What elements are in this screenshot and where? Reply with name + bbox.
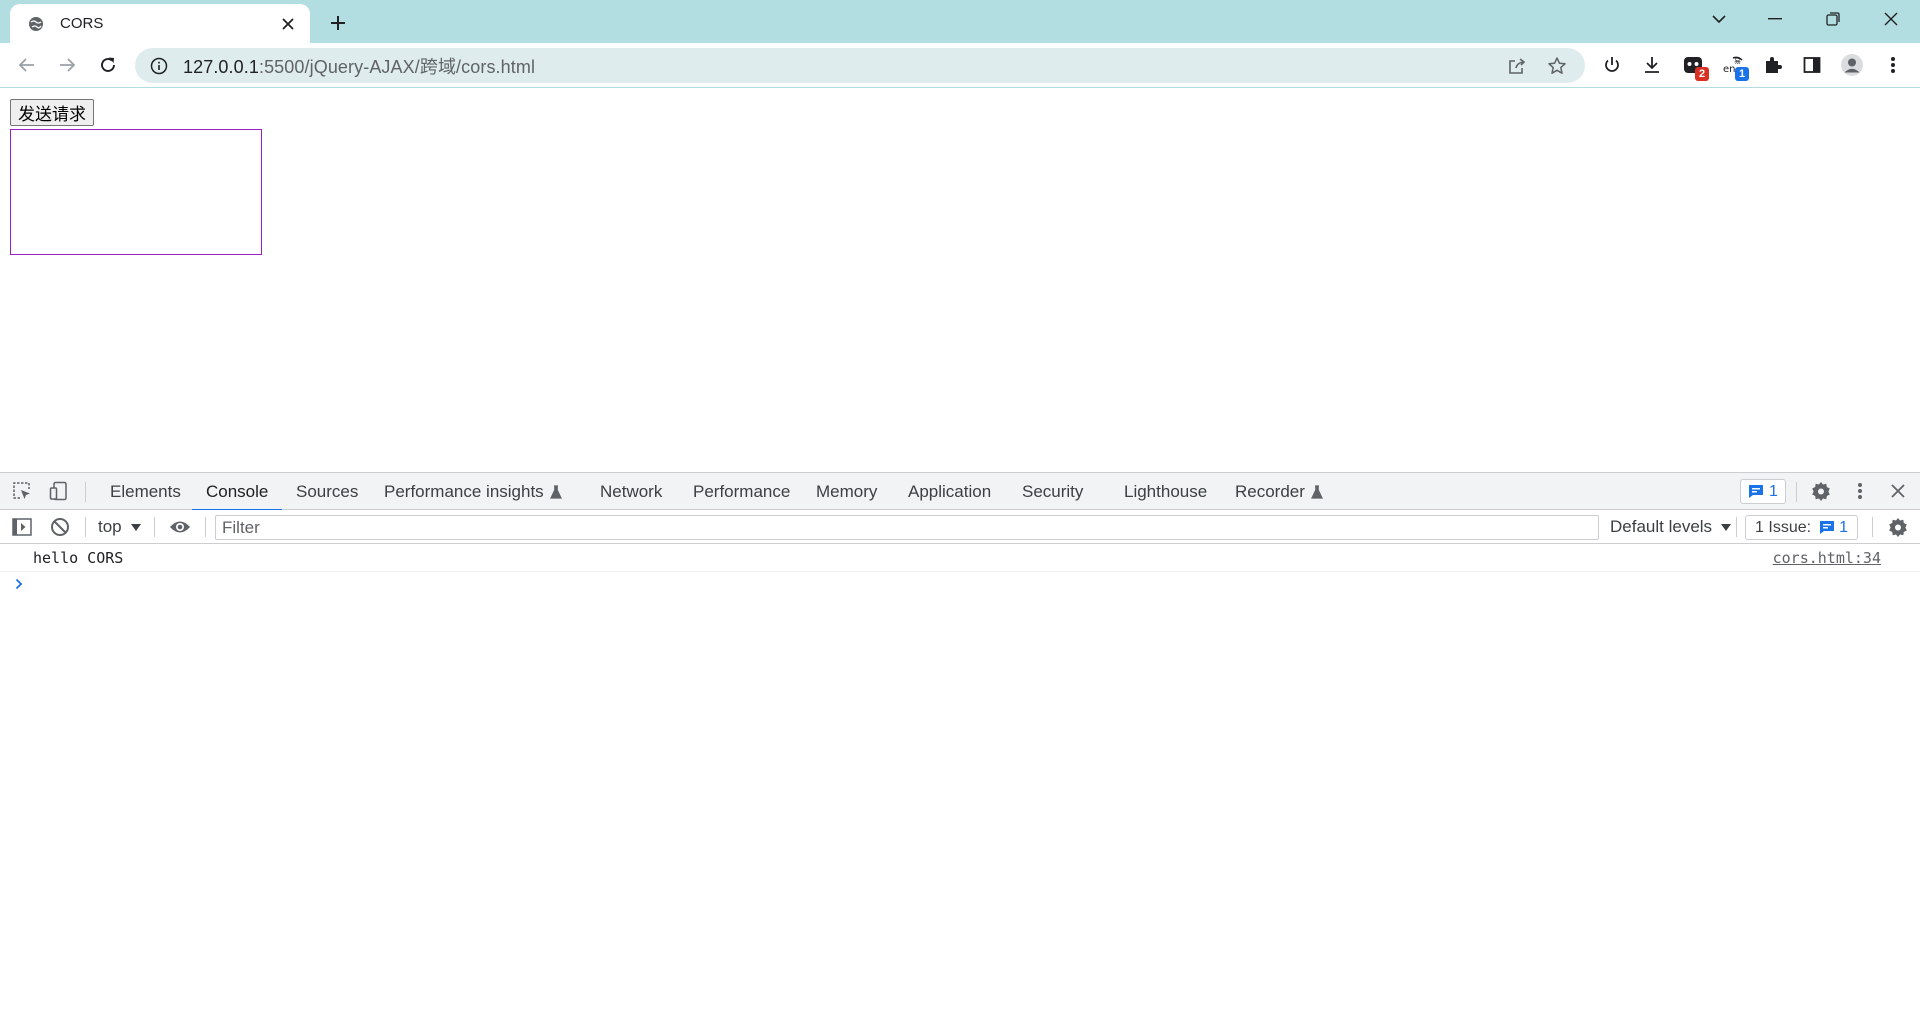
settings-gear-icon[interactable] — [1808, 478, 1834, 504]
clear-console-icon[interactable] — [47, 514, 73, 540]
send-request-button[interactable]: 发送请求 — [10, 99, 94, 126]
minimize-button[interactable] — [1752, 0, 1798, 38]
forward-button[interactable] — [52, 50, 82, 80]
tab-label: Security — [1022, 482, 1084, 501]
devtools-tab-application[interactable]: Application — [908, 473, 991, 510]
toolbar-divider — [1796, 482, 1797, 502]
console-source-link[interactable]: cors.html:34 — [1773, 549, 1881, 567]
tab-label: Recorder — [1235, 482, 1305, 501]
console-prompt-chevron-icon[interactable] — [12, 577, 26, 591]
devtools-panel: Elements Console Sources Performance ins… — [0, 472, 1920, 1010]
devtools-tab-memory[interactable]: Memory — [816, 473, 877, 510]
issue-label: 1 Issue: — [1755, 518, 1812, 536]
new-tab-button[interactable] — [324, 9, 352, 37]
tab-strip: CORS — [0, 0, 1920, 43]
tab-label: Performance — [693, 482, 791, 501]
extension-1-icon[interactable]: 2 — [1680, 52, 1709, 81]
browser-window: CORS 127.0.0.1:5500/jQuery-AJAX/跨域/cors.… — [0, 0, 1920, 1010]
devtools-tab-bar: Elements Console Sources Performance ins… — [0, 473, 1920, 511]
log-levels-label: Default levels — [1610, 517, 1713, 536]
devtools-tab-sources[interactable]: Sources — [296, 473, 358, 510]
tab-label: Lighthouse — [1124, 482, 1208, 501]
restore-button[interactable] — [1810, 0, 1856, 38]
devtools-tab-performance-insights[interactable]: Performance insights — [384, 473, 562, 510]
tab-label: Performance insights — [384, 482, 544, 501]
inspect-element-icon[interactable] — [9, 478, 35, 504]
device-toolbar-icon[interactable] — [46, 478, 72, 504]
extension-2-badge: 1 — [1735, 67, 1749, 81]
browser-tab-cors[interactable]: CORS — [10, 4, 310, 43]
tab-label: Network — [600, 482, 663, 501]
devtools-tab-recorder[interactable]: Recorder — [1235, 473, 1323, 510]
live-expression-eye-icon[interactable] — [167, 514, 193, 540]
tab-label: Sources — [296, 482, 359, 501]
site-info-icon[interactable] — [149, 56, 169, 76]
toolbar-divider — [154, 517, 155, 537]
devtools-tab-elements[interactable]: Elements — [110, 473, 181, 510]
toolbar-divider — [1736, 517, 1737, 537]
extensions-puzzle-icon[interactable] — [1760, 52, 1786, 78]
browser-toolbar: 127.0.0.1:5500/jQuery-AJAX/跨域/cors.html … — [0, 43, 1920, 88]
console-message-row: hello CORS cors.html:34 — [0, 544, 1920, 572]
dropdown-triangle-icon — [1721, 524, 1732, 531]
message-icon — [1749, 485, 1764, 498]
issues-count: 1 — [1769, 482, 1778, 500]
toolbar-divider — [85, 482, 86, 502]
download-icon[interactable] — [1639, 52, 1665, 78]
issue-count: 1 — [1839, 518, 1848, 536]
profile-avatar-icon[interactable] — [1839, 52, 1865, 78]
devtools-tab-network[interactable]: Network — [600, 473, 662, 510]
tab-label: Memory — [816, 482, 878, 501]
show-sidebar-icon[interactable] — [9, 514, 35, 540]
context-selector[interactable]: top — [98, 516, 142, 538]
devtools-tab-console[interactable]: Console — [192, 473, 283, 511]
log-levels-dropdown[interactable]: Default levels — [1610, 516, 1732, 538]
close-window-button[interactable] — [1868, 0, 1914, 38]
side-panel-icon[interactable] — [1799, 52, 1825, 78]
experimental-flask-icon — [549, 485, 562, 499]
bookmark-star-icon[interactable] — [1546, 55, 1568, 77]
back-button[interactable] — [12, 50, 42, 80]
reload-button[interactable] — [93, 50, 123, 80]
translate-extension-icon[interactable]: en 易 1 — [1720, 52, 1749, 81]
issues-counter-button[interactable]: 1 — [1740, 479, 1786, 504]
console-filter-input[interactable] — [215, 515, 1599, 540]
dropdown-triangle-icon — [130, 524, 141, 531]
svg-text:易: 易 — [1734, 57, 1741, 65]
console-settings-gear-icon[interactable] — [1885, 514, 1911, 540]
address-bar[interactable]: 127.0.0.1:5500/jQuery-AJAX/跨域/cors.html — [135, 48, 1585, 83]
console-message-text: hello CORS — [33, 549, 124, 567]
url-path: :5500/jQuery-AJAX/跨域/cors.html — [258, 56, 536, 77]
extension-1-badge: 2 — [1695, 67, 1709, 81]
devtools-tab-security[interactable]: Security — [1022, 473, 1083, 510]
toolbar-divider — [1872, 517, 1873, 537]
devtools-menu-icon[interactable] — [1847, 478, 1873, 504]
close-tab-icon[interactable] — [278, 14, 298, 34]
svg-text:en: en — [1723, 64, 1736, 75]
tab-label: Application — [908, 482, 992, 501]
page-viewport: 发送请求 — [0, 89, 1920, 472]
url-host: 127.0.0.1 — [183, 56, 259, 77]
devtools-tab-lighthouse[interactable]: Lighthouse — [1124, 473, 1207, 510]
url-text[interactable]: 127.0.0.1:5500/jQuery-AJAX/跨域/cors.html — [183, 53, 535, 79]
share-icon[interactable] — [1506, 55, 1528, 77]
tab-search-button[interactable] — [1696, 0, 1742, 38]
message-icon — [1820, 521, 1835, 534]
browser-menu-icon[interactable] — [1880, 52, 1906, 78]
tab-title: CORS — [60, 15, 104, 32]
toolbar-divider — [205, 517, 206, 537]
issues-button[interactable]: 1 Issue: 1 — [1745, 515, 1858, 540]
toolbar-divider — [85, 517, 86, 537]
context-label: top — [98, 517, 122, 536]
result-box — [10, 129, 262, 255]
experimental-flask-icon — [1310, 485, 1323, 499]
devtools-tab-performance[interactable]: Performance — [693, 473, 790, 510]
globe-icon — [26, 14, 46, 34]
power-icon[interactable] — [1599, 52, 1625, 78]
tab-label: Elements — [110, 482, 181, 501]
close-devtools-icon[interactable] — [1885, 478, 1911, 504]
tab-label: Console — [206, 482, 269, 501]
console-toolbar: top Default levels 1 Issue: 1 — [0, 510, 1920, 544]
